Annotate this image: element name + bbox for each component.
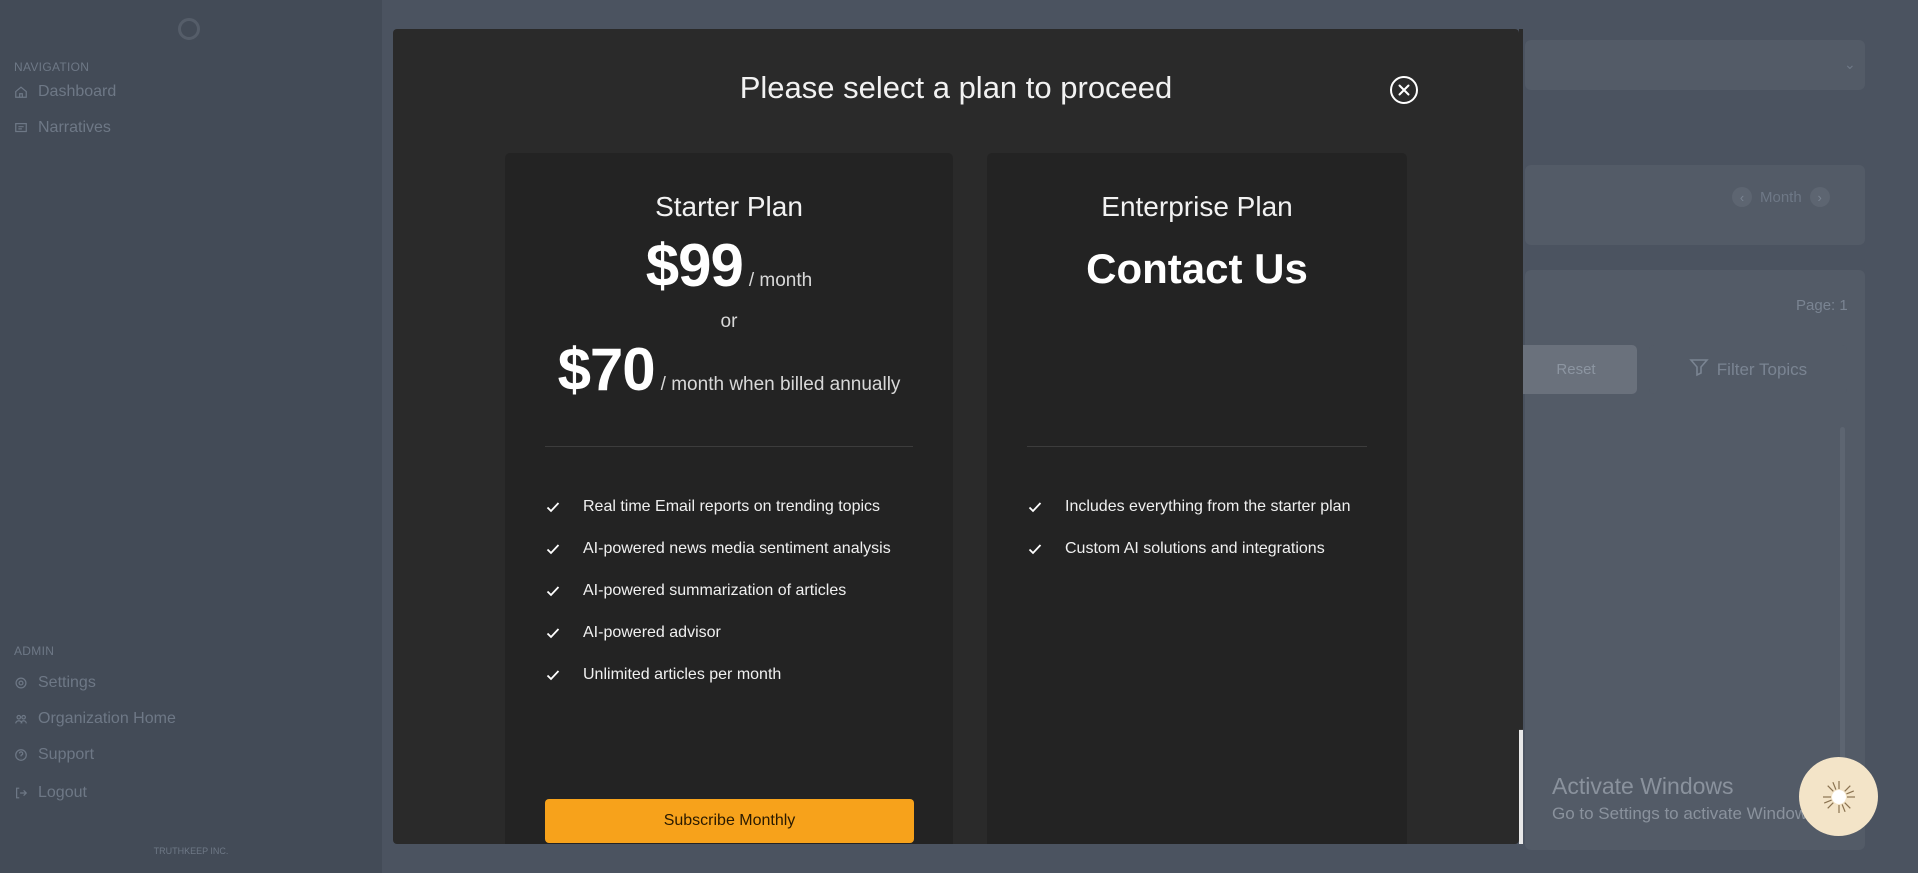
footer-brand: TRUTHKEEP INC. xyxy=(153,846,229,856)
list-item: AI-powered summarization of articles xyxy=(545,570,943,612)
list-item: Unlimited articles per month xyxy=(545,654,943,696)
list-item: Includes everything from the starter pla… xyxy=(1027,486,1397,528)
divider xyxy=(1027,446,1367,447)
check-icon xyxy=(1027,541,1043,557)
enterprise-plan-card: Enterprise Plan Contact Us Includes ever… xyxy=(987,153,1407,844)
check-icon xyxy=(545,625,561,641)
modal-title: Please select a plan to proceed xyxy=(739,70,1173,105)
users-icon xyxy=(14,712,28,726)
list-item: AI-powered news media sentiment analysis xyxy=(545,528,943,570)
check-icon xyxy=(1027,499,1043,515)
feature-text: Real time Email reports on trending topi… xyxy=(583,498,881,515)
list-item: Custom AI solutions and integrations xyxy=(1027,528,1397,570)
annual-price-amount: $70 xyxy=(557,336,656,403)
sidebar-item-support[interactable]: Support xyxy=(14,746,94,764)
feature-list: Real time Email reports on trending topi… xyxy=(545,486,943,696)
sidebar-item-organization-home[interactable]: Organization Home xyxy=(14,710,176,728)
sidebar-item-narratives[interactable]: Narratives xyxy=(14,119,111,137)
feature-text: AI-powered advisor xyxy=(583,624,721,641)
feature-text: AI-powered news media sentiment analysis xyxy=(583,540,891,557)
activate-windows-title: Activate Windows xyxy=(1552,773,1734,799)
list-item: AI-powered advisor xyxy=(545,612,943,654)
loading-spinner-icon xyxy=(178,18,200,40)
feature-list: Includes everything from the starter pla… xyxy=(1027,486,1397,570)
check-icon xyxy=(545,667,561,683)
help-circle-icon xyxy=(14,748,28,762)
background-scrollbar xyxy=(1840,427,1845,767)
starter-plan-card: Starter Plan $99 / month or $70 / month … xyxy=(505,153,953,844)
admin-heading: ADMIN xyxy=(14,644,55,658)
divider xyxy=(545,446,913,447)
message-square-icon xyxy=(14,121,28,135)
close-modal-button[interactable] xyxy=(1390,76,1418,104)
filter-topics-label: Filter Topics xyxy=(1716,359,1808,379)
annual-price: $70 / month when billed annually xyxy=(505,335,953,404)
sunburst-icon xyxy=(1822,780,1855,813)
reset-button: Reset xyxy=(1515,345,1637,394)
check-icon xyxy=(545,541,561,557)
monthly-price: $99 / month xyxy=(505,231,953,300)
background-select xyxy=(1525,40,1865,90)
activate-windows-subtitle: Go to Settings to activate Windows. xyxy=(1552,804,1821,823)
feature-text: Custom AI solutions and integrations xyxy=(1065,540,1325,557)
gear-icon xyxy=(14,676,28,690)
plan-selection-modal: Please select a plan to proceed Starter … xyxy=(393,29,1519,844)
subscribe-monthly-button[interactable]: Subscribe Monthly xyxy=(545,799,914,843)
modal-scrollbar-upper xyxy=(1519,29,1523,729)
sidebar-item-label: Organization Home xyxy=(38,710,176,727)
sidebar-item-label: Support xyxy=(38,746,95,763)
month-label: Month xyxy=(1760,188,1802,206)
plan-name: Enterprise Plan xyxy=(1101,191,1293,222)
feature-text: Unlimited articles per month xyxy=(583,666,782,683)
check-icon xyxy=(545,499,561,515)
windows-activation-watermark: Activate Windows Go to Settings to activ… xyxy=(1552,773,1820,824)
check-icon xyxy=(545,583,561,599)
assistant-fab-button[interactable] xyxy=(1799,757,1878,836)
sidebar-item-label: Narratives xyxy=(38,119,111,136)
sidebar-item-settings[interactable]: Settings xyxy=(14,674,96,692)
sidebar: NAVIGATION Dashboard Narratives ADMIN Se… xyxy=(0,0,382,873)
sidebar-item-label: Dashboard xyxy=(38,83,117,100)
home-icon xyxy=(14,85,28,99)
plan-name: Starter Plan xyxy=(655,191,803,222)
close-icon xyxy=(1398,84,1410,96)
feature-text: Includes everything from the starter pla… xyxy=(1065,498,1351,515)
sidebar-item-label: Logout xyxy=(38,784,87,801)
filter-icon xyxy=(1689,357,1709,382)
annual-price-unit: / month when billed annually xyxy=(660,374,901,395)
sidebar-item-logout[interactable]: Logout xyxy=(14,784,87,802)
sidebar-item-dashboard[interactable]: Dashboard xyxy=(14,83,116,101)
logout-icon xyxy=(14,786,28,800)
chevron-right-icon: › xyxy=(1809,187,1830,207)
modal-scrollbar-thumb[interactable] xyxy=(1519,730,1523,844)
monthly-price-amount: $99 xyxy=(645,232,744,299)
contact-us-price: Contact Us xyxy=(1086,245,1308,292)
sidebar-item-label: Settings xyxy=(38,674,96,691)
month-switcher: ‹ Month › xyxy=(1732,187,1830,207)
navigation-heading: NAVIGATION xyxy=(14,60,90,74)
list-item: Real time Email reports on trending topi… xyxy=(545,486,943,528)
monthly-price-unit: / month xyxy=(748,270,813,291)
chevron-down-icon: ⌄ xyxy=(1844,56,1856,72)
page-indicator: Page: 1 xyxy=(1796,297,1848,314)
price-or: or xyxy=(720,311,738,332)
chevron-left-icon: ‹ xyxy=(1732,187,1752,207)
filter-topics-button: Filter Topics xyxy=(1649,345,1847,394)
feature-text: AI-powered summarization of articles xyxy=(583,582,847,599)
